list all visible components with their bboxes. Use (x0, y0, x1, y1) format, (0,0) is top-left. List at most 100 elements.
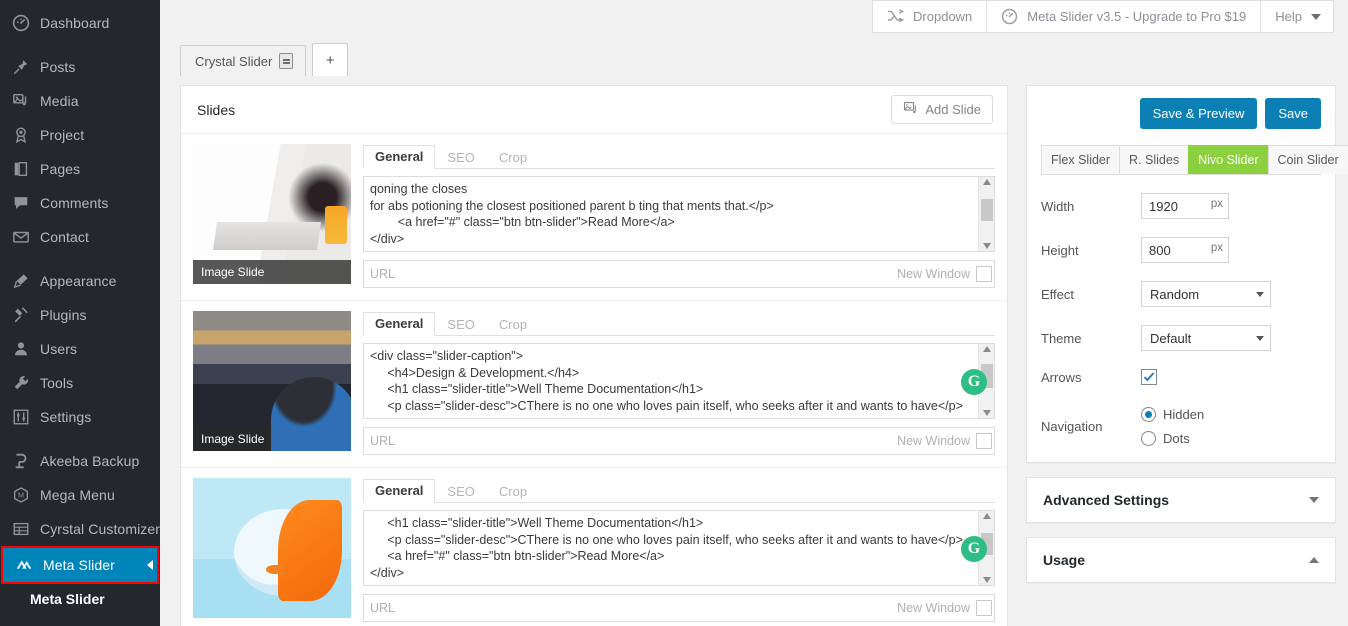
slide-caption-textarea[interactable] (363, 510, 995, 586)
effect-value: Random (1150, 287, 1199, 302)
sidebar-item-comments[interactable]: Comments (0, 186, 160, 220)
sidebar-item-label: Plugins (40, 307, 87, 323)
slide-thumbnail[interactable]: Image Slide (193, 311, 351, 451)
media-icon (11, 91, 31, 111)
slide-url-input[interactable]: URL (370, 601, 897, 615)
akeeba-icon (11, 451, 31, 471)
tab-nivo-slider[interactable]: Nivo Slider (1188, 145, 1268, 174)
tab-general[interactable]: General (363, 145, 435, 169)
tab-coin-slider[interactable]: Coin Slider (1268, 145, 1348, 174)
radio-icon[interactable] (1141, 431, 1156, 446)
scroll-up-icon[interactable] (983, 513, 991, 519)
chevron-down-icon (1256, 292, 1264, 297)
slide-caption-textarea[interactable] (363, 343, 995, 419)
sidebar-item-contact[interactable]: Contact (0, 220, 160, 254)
sidebar-item-project[interactable]: Project (0, 118, 160, 152)
tab-crop[interactable]: Crop (487, 146, 539, 169)
sidebar-item-posts[interactable]: Posts (0, 50, 160, 84)
sidebar-submenu-meta-slider[interactable]: Meta Slider (0, 584, 160, 614)
tab-seo[interactable]: SEO (435, 480, 486, 503)
accordion-advanced-settings[interactable]: Advanced Settings (1026, 477, 1336, 523)
field-row-height: Height px (1041, 237, 1321, 263)
slide-row: General SEO Crop (181, 468, 1007, 626)
width-label: Width (1041, 199, 1141, 214)
sidebar-item-pages[interactable]: Pages (0, 152, 160, 186)
width-unit: px (1211, 198, 1223, 210)
add-slider-tab-button[interactable]: + (312, 43, 348, 76)
grammarly-icon[interactable]: G (961, 369, 987, 395)
help-label: Help (1275, 9, 1302, 24)
scroll-down-icon[interactable] (983, 410, 991, 416)
slide-url-input[interactable]: URL (370, 434, 897, 448)
tab-general[interactable]: General (363, 312, 435, 336)
award-icon (11, 125, 31, 145)
sidebar-item-label: Contact (40, 229, 89, 245)
sidebar-item-label: Meta Slider (43, 557, 115, 573)
slide-thumbnail[interactable]: Image Slide (193, 144, 351, 284)
effect-select[interactable]: Random (1141, 281, 1271, 307)
save-and-preview-button[interactable]: Save & Preview (1140, 98, 1258, 129)
svg-text:M: M (18, 491, 24, 500)
new-window-checkbox[interactable] (976, 266, 992, 282)
slider-tab-crystal-slider[interactable]: Crystal Slider (180, 45, 306, 76)
tab-crop[interactable]: Crop (487, 313, 539, 336)
tab-r-slides[interactable]: R. Slides (1119, 145, 1189, 174)
sidebar-item-media[interactable]: Media (0, 84, 160, 118)
width-field-wrap: px (1141, 193, 1229, 219)
tab-seo[interactable]: SEO (435, 146, 486, 169)
sidebar-gap (0, 40, 160, 50)
slide-thumbnail[interactable] (193, 478, 351, 618)
theme-value: Default (1150, 331, 1191, 346)
sidebar-item-plugins[interactable]: Plugins (0, 298, 160, 332)
accordion-usage[interactable]: Usage (1026, 537, 1336, 583)
navigation-option-dots[interactable]: Dots (1141, 431, 1204, 446)
sidebar-item-cyrstal-customizer[interactable]: Cyrstal Customizer (0, 512, 160, 546)
slide-url-input[interactable]: URL (370, 267, 897, 281)
arrows-label: Arrows (1041, 370, 1141, 385)
upgrade-button[interactable]: Meta Slider v3.5 - Upgrade to Pro $19 (986, 0, 1261, 33)
dropdown-button[interactable]: Dropdown (872, 0, 987, 33)
sidebar-item-label: Tools (40, 375, 73, 391)
field-row-width: Width px (1041, 193, 1321, 219)
textarea-scrollbar[interactable] (978, 177, 994, 251)
shuffle-icon (887, 9, 904, 24)
save-button[interactable]: Save (1265, 98, 1321, 129)
theme-select[interactable]: Default (1141, 325, 1271, 351)
sidebar-item-tools[interactable]: Tools (0, 366, 160, 400)
sidebar-item-dashboard[interactable]: Dashboard (0, 6, 160, 40)
new-window-checkbox[interactable] (976, 433, 992, 449)
slide-body: General SEO Crop (363, 144, 995, 288)
sidebar-item-settings[interactable]: Settings (0, 400, 160, 434)
slide-caption-editor-wrap (363, 176, 995, 252)
help-button[interactable]: Help (1260, 0, 1334, 33)
new-window-checkbox[interactable] (976, 600, 992, 616)
radio-icon-selected[interactable] (1141, 407, 1156, 422)
scroll-down-icon[interactable] (983, 243, 991, 249)
sidebar-item-appearance[interactable]: Appearance (0, 264, 160, 298)
sidebar-item-mega-menu[interactable]: M Mega Menu (0, 478, 160, 512)
scrollbar-thumb[interactable] (981, 199, 993, 221)
sidebar-item-meta-slider[interactable]: Meta Slider (1, 546, 159, 584)
add-slide-button[interactable]: Add Slide (891, 95, 993, 124)
admin-topbar: Dropdown Meta Slider v3.5 - Upgrade to P… (160, 0, 1348, 33)
navigation-option-hidden[interactable]: Hidden (1141, 407, 1204, 422)
effect-label: Effect (1041, 287, 1141, 302)
tab-seo[interactable]: SEO (435, 313, 486, 336)
sidebar-item-users[interactable]: Users (0, 332, 160, 366)
slide-caption-textarea[interactable] (363, 176, 995, 252)
new-window-label: New Window (897, 601, 970, 615)
slide-body: General SEO Crop (363, 478, 995, 622)
sidebar-item-label: Dashboard (40, 15, 109, 31)
tab-crop[interactable]: Crop (487, 480, 539, 503)
dropdown-label: Dropdown (913, 9, 972, 24)
tab-flex-slider[interactable]: Flex Slider (1041, 145, 1120, 174)
sidebar-item-label: Comments (40, 195, 108, 211)
grammarly-icon[interactable]: G (961, 536, 987, 562)
scroll-up-icon[interactable] (983, 179, 991, 185)
scroll-down-icon[interactable] (983, 577, 991, 583)
tab-general[interactable]: General (363, 479, 435, 503)
scroll-up-icon[interactable] (983, 346, 991, 352)
sidebar-item-label: Cyrstal Customizer (40, 521, 160, 537)
arrows-checkbox[interactable] (1141, 369, 1157, 385)
sidebar-item-akeeba-backup[interactable]: Akeeba Backup (0, 444, 160, 478)
